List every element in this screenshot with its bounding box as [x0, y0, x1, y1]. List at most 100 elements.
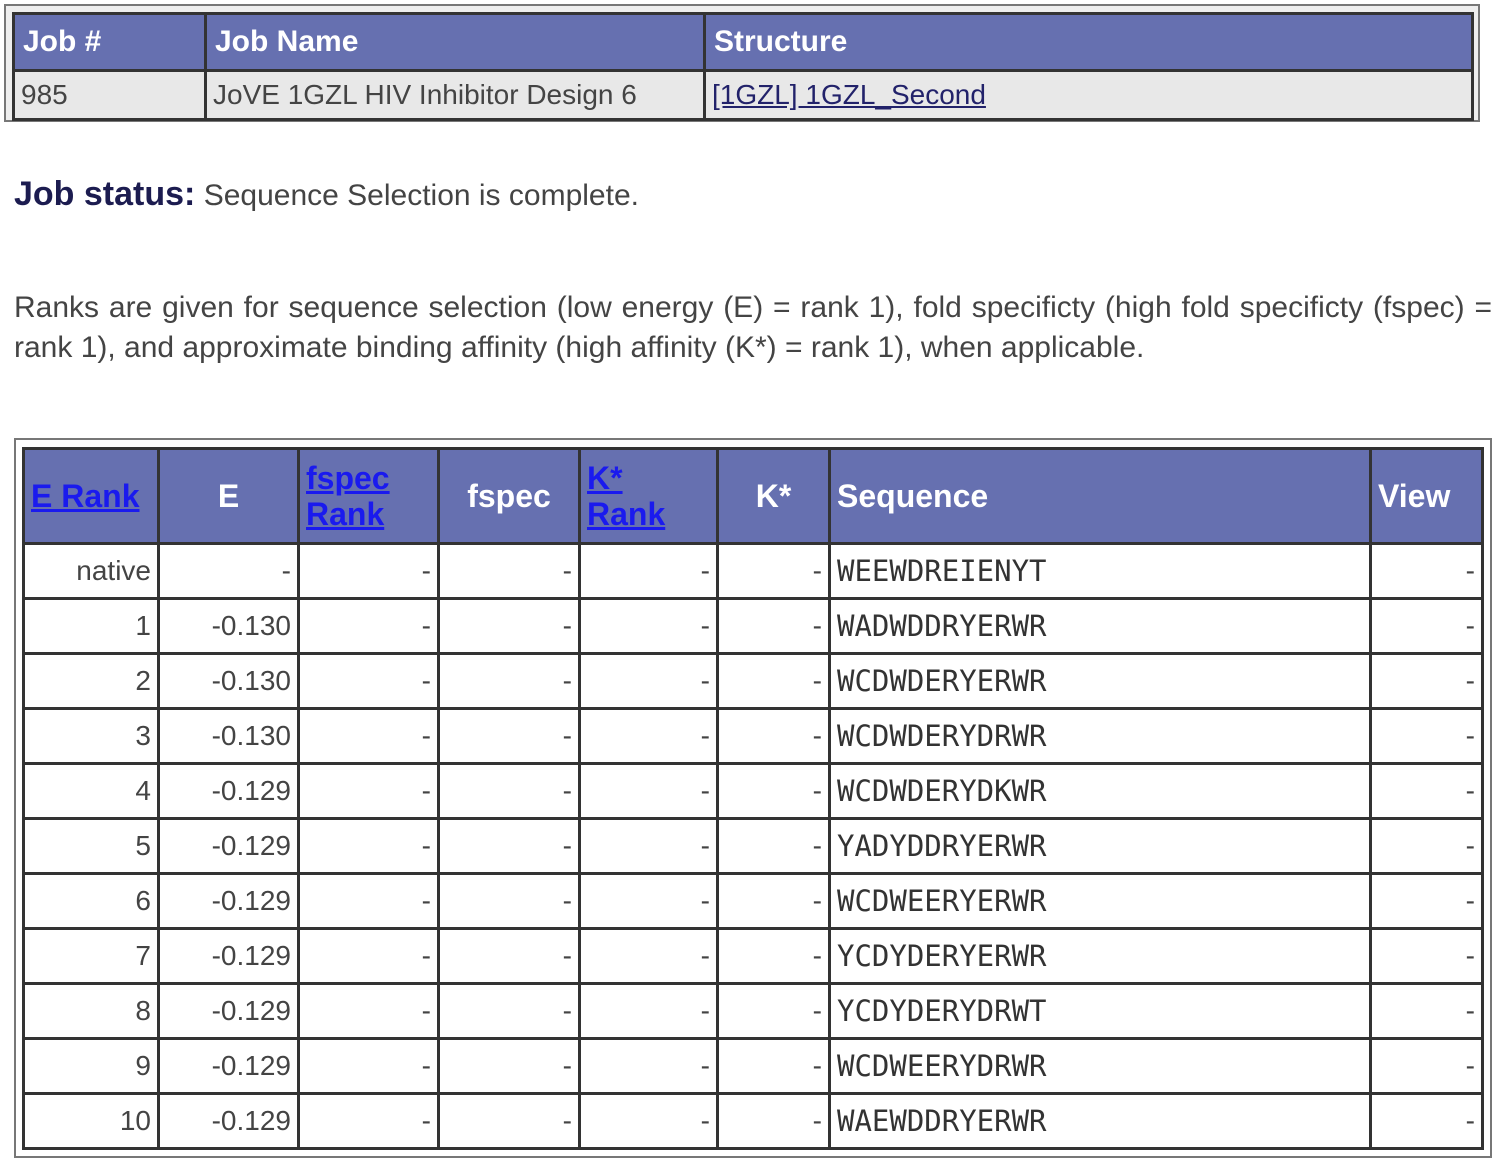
fspec-rank-cell: -	[297, 597, 440, 655]
fspec-rank-cell: -	[297, 817, 440, 875]
view-cell: -	[1369, 817, 1484, 875]
sort-e-rank-link[interactable]: E Rank	[31, 478, 139, 514]
kstar-rank-cell: -	[578, 542, 719, 600]
view-cell: -	[1369, 707, 1484, 765]
kstar-rank-cell: -	[578, 762, 719, 820]
results-table: E Rank E fspec Rank fspec K* Rank K* Seque…	[22, 447, 1484, 1150]
table-row: 2 -0.130- - - - WCDWDERYERWR -	[22, 652, 1484, 710]
energy-cell: -0.129	[157, 872, 300, 930]
energy-cell: -	[157, 542, 300, 600]
kstar-cell: -	[716, 1092, 831, 1150]
fspec-cell: -	[437, 707, 581, 765]
kstar-rank-cell: -	[578, 1037, 719, 1095]
job-name: JoVE 1GZL HIV Inhibitor Design 6	[204, 69, 706, 121]
fspec-rank-cell: -	[297, 707, 440, 765]
table-row: 10 -0.129- - - - WAEWDDRYERWR -	[22, 1092, 1484, 1150]
table-row: native - - - - - WEEWDREIENYT -	[22, 542, 1484, 600]
fspec-rank-label-2: Rank	[306, 496, 385, 532]
energy-cell: -0.130	[157, 652, 300, 710]
view-cell: -	[1369, 927, 1484, 985]
fspec-cell: -	[437, 982, 581, 1040]
fspec-rank-cell: -	[297, 1092, 440, 1150]
sort-fspec-rank-link[interactable]: fspec Rank	[306, 460, 390, 532]
kstar-cell: -	[716, 597, 831, 655]
kstar-header: K*	[716, 447, 831, 545]
energy-cell: -0.129	[157, 982, 300, 1040]
view-cell: -	[1369, 1092, 1484, 1150]
view-cell: -	[1369, 542, 1484, 600]
fspec-rank-cell: -	[297, 542, 440, 600]
sequence-cell: WCDWDERYERWR	[828, 652, 1372, 710]
job-info-table: Job # Job Name Structure 985 JoVE 1GZL H…	[12, 12, 1474, 121]
sequence-cell: WADWDDRYERWR	[828, 597, 1372, 655]
job-info-panel: Job # Job Name Structure 985 JoVE 1GZL H…	[4, 4, 1480, 122]
table-row: 3 -0.130- - - - WCDWDERYDRWR -	[22, 707, 1484, 765]
energy-cell: -0.130	[157, 707, 300, 765]
job-number-header: Job #	[12, 12, 207, 72]
kstar-cell: -	[716, 762, 831, 820]
rank-cell: 9	[22, 1037, 160, 1095]
sort-kstar-rank-link[interactable]: K* Rank	[587, 460, 665, 532]
table-row: 6 -0.129- - - - WCDWEERYERWR -	[22, 872, 1484, 930]
rank-cell: 4	[22, 762, 160, 820]
fspec-rank-cell: -	[297, 762, 440, 820]
energy-cell: -0.129	[157, 1092, 300, 1150]
kstar-cell: -	[716, 542, 831, 600]
sequence-cell: WCDWEERYERWR	[828, 872, 1372, 930]
table-row: 5 -0.129- - - - YADYDDRYERWR -	[22, 817, 1484, 875]
energy-cell: -0.129	[157, 927, 300, 985]
view-cell: -	[1369, 982, 1484, 1040]
rank-cell: 7	[22, 927, 160, 985]
sequence-cell: WCDWEERYDRWR	[828, 1037, 1372, 1095]
kstar-cell: -	[716, 1037, 831, 1095]
fspec-cell: -	[437, 1092, 581, 1150]
sequence-cell: WAEWDDRYERWR	[828, 1092, 1372, 1150]
view-cell: -	[1369, 597, 1484, 655]
kstar-cell: -	[716, 652, 831, 710]
rank-cell: 3	[22, 707, 160, 765]
sequence-cell: YCDYDERYDRWT	[828, 982, 1372, 1040]
view-cell: -	[1369, 652, 1484, 710]
kstar-cell: -	[716, 817, 831, 875]
fspec-cell: -	[437, 872, 581, 930]
kstar-rank-cell: -	[578, 652, 719, 710]
kstar-rank-cell: -	[578, 927, 719, 985]
fspec-cell: -	[437, 597, 581, 655]
job-status: Job status: Sequence Selection is comple…	[14, 175, 639, 214]
energy-cell: -0.129	[157, 762, 300, 820]
sequence-cell: YADYDDRYERWR	[828, 817, 1372, 875]
view-cell: -	[1369, 872, 1484, 930]
e-header: E	[157, 447, 300, 545]
job-status-text: Sequence Selection is complete.	[195, 179, 639, 212]
job-number: 985	[12, 69, 207, 121]
energy-cell: -0.129	[157, 1037, 300, 1095]
rank-cell: 8	[22, 982, 160, 1040]
fspec-cell: -	[437, 1037, 581, 1095]
structure-header: Structure	[703, 12, 1474, 72]
view-header: View	[1369, 447, 1484, 545]
sequence-header: Sequence	[828, 447, 1372, 545]
job-status-label: Job status:	[14, 175, 196, 213]
kstar-cell: -	[716, 707, 831, 765]
sequence-cell: WCDWDERYDRWR	[828, 707, 1372, 765]
fspec-cell: -	[437, 542, 581, 600]
fspec-rank-cell: -	[297, 652, 440, 710]
rank-cell: 6	[22, 872, 160, 930]
structure-cell: [1GZL] 1GZL_Second	[703, 69, 1474, 121]
structure-link[interactable]: [1GZL] 1GZL_Second	[712, 79, 986, 110]
fspec-rank-cell: -	[297, 982, 440, 1040]
fspec-rank-label-1: fspec	[306, 460, 390, 496]
kstar-rank-cell: -	[578, 817, 719, 875]
kstar-rank-cell: -	[578, 597, 719, 655]
fspec-cell: -	[437, 652, 581, 710]
kstar-rank-label-2: Rank	[587, 496, 666, 532]
view-cell: -	[1369, 1037, 1484, 1095]
fspec-rank-cell: -	[297, 1037, 440, 1095]
rank-cell: 10	[22, 1092, 160, 1150]
table-row: 9 -0.129- - - - WCDWEERYDRWR -	[22, 1037, 1484, 1095]
kstar-rank-cell: -	[578, 707, 719, 765]
rank-cell: 2	[22, 652, 160, 710]
energy-cell: -0.129	[157, 817, 300, 875]
kstar-rank-cell: -	[578, 982, 719, 1040]
rank-description: Ranks are given for sequence selection (…	[14, 291, 1492, 364]
